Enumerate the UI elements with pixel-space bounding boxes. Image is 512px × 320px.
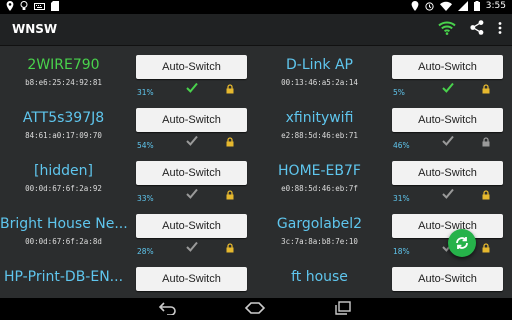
network-bssid: 00:0d:67:6f:2a:92	[25, 184, 102, 193]
signal-strength: 54%	[137, 141, 154, 150]
wifi-icon[interactable]	[438, 21, 456, 35]
network-card: ft house Auto-Switch	[256, 258, 512, 298]
check-icon[interactable]	[186, 241, 198, 252]
network-ssid: HP-Print-DB-EN...	[3, 269, 124, 285]
network-card: ATT5s397J8 84:61:a0:17:09:70 Auto-Switch 54…	[0, 99, 256, 152]
network-ssid: ATT5s397J8	[22, 110, 105, 126]
network-bssid: 84:61:a0:17:09:70	[25, 131, 102, 140]
overflow-menu-icon[interactable]	[498, 21, 502, 34]
network-card: Bright House Ne... 00:0d:67:6f:2a:8d Auto-…	[0, 205, 256, 258]
location-icon	[411, 1, 419, 11]
network-ssid: [hidden]	[34, 163, 93, 179]
alarm-icon	[425, 2, 434, 11]
auto-switch-button[interactable]: Auto-Switch	[136, 267, 247, 291]
network-ssid: ft house	[291, 269, 348, 285]
network-ssid: xfinitywifi	[285, 110, 354, 126]
back-icon[interactable]	[158, 301, 178, 315]
wifi-icon	[439, 1, 452, 11]
status-bar: 3:55	[0, 0, 512, 14]
network-card: D-Link AP 00:13:46:a5:2a:14 Auto-Switch 5%	[256, 46, 512, 99]
network-card: 2WIRE790 b8:e6:25:24:92:81 Auto-Switch 31%	[0, 46, 256, 99]
check-icon[interactable]	[186, 188, 198, 199]
keyboard-icon	[34, 2, 45, 10]
signal-strength: 18%	[393, 247, 410, 256]
network-ssid: 2WIRE790	[27, 57, 100, 73]
share-icon[interactable]	[470, 20, 484, 35]
status-bar-right: 3:55	[411, 1, 506, 11]
bulb-icon	[20, 1, 28, 10]
signal-strength: 28%	[137, 247, 154, 256]
signal-strength: 46%	[393, 141, 410, 150]
network-ssid: Gargolabel2	[276, 216, 363, 232]
auto-switch-button[interactable]: Auto-Switch	[392, 161, 503, 185]
network-bssid: b8:e6:25:24:92:81	[25, 78, 102, 87]
signal-strength: 5%	[393, 88, 405, 97]
lock-icon[interactable]	[226, 84, 234, 94]
network-card: [hidden] 00:0d:67:6f:2a:92 Auto-Switch 33%	[0, 152, 256, 205]
auto-switch-button[interactable]: Auto-Switch	[392, 55, 503, 79]
auto-switch-button[interactable]: Auto-Switch	[392, 214, 503, 238]
check-icon[interactable]	[186, 135, 198, 146]
auto-switch-button[interactable]: Auto-Switch	[392, 108, 503, 132]
signal-strength: 31%	[137, 88, 154, 97]
lock-icon[interactable]	[482, 243, 490, 253]
signal-strength: 33%	[137, 194, 154, 203]
network-bssid: 3c:7a:8a:b8:7e:10	[281, 237, 358, 246]
network-bssid: 00:13:46:a5:2a:14	[281, 78, 358, 87]
signal-strength: 31%	[393, 194, 410, 203]
lock-icon[interactable]	[226, 190, 234, 200]
lock-icon[interactable]	[226, 137, 234, 147]
refresh-icon	[456, 237, 468, 249]
check-icon[interactable]	[442, 188, 454, 199]
signal-icon	[457, 1, 468, 11]
auto-switch-button[interactable]: Auto-Switch	[136, 214, 247, 238]
network-card: HP-Print-DB-EN... Auto-Switch	[0, 258, 256, 298]
network-bssid: e0:88:5d:46:eb:7f	[281, 184, 358, 193]
home-icon[interactable]	[244, 301, 266, 315]
lock-icon[interactable]	[226, 243, 234, 253]
network-card: xfinitywifi e2:88:5d:46:eb:71 Auto-Switch 4…	[256, 99, 512, 152]
lock-icon[interactable]	[482, 137, 490, 147]
status-bar-left	[6, 1, 59, 11]
network-ssid: D-Link AP	[286, 57, 353, 73]
network-grid: 2WIRE790 b8:e6:25:24:92:81 Auto-Switch 31% D…	[0, 46, 512, 298]
check-icon[interactable]	[442, 135, 454, 146]
refresh-fab[interactable]	[448, 229, 476, 257]
network-card: HOME-EB7F e0:88:5d:46:eb:7f Auto-Switch 31%	[256, 152, 512, 205]
auto-switch-button[interactable]: Auto-Switch	[136, 161, 247, 185]
navigation-bar	[0, 298, 512, 320]
network-bssid: 00:0d:67:6f:2a:8d	[25, 237, 102, 246]
app-actions	[438, 20, 502, 35]
auto-switch-button[interactable]: Auto-Switch	[136, 108, 247, 132]
auto-switch-button[interactable]: Auto-Switch	[136, 55, 247, 79]
app-title: WNSW	[12, 22, 58, 36]
recents-icon[interactable]	[334, 301, 352, 315]
auto-switch-button[interactable]: Auto-Switch	[392, 267, 503, 291]
lock-icon[interactable]	[482, 84, 490, 94]
network-bssid: e2:88:5d:46:eb:71	[281, 131, 358, 140]
location-pin-icon	[6, 1, 14, 11]
lock-icon[interactable]	[482, 190, 490, 200]
battery-icon	[473, 1, 480, 11]
check-icon[interactable]	[442, 82, 454, 93]
status-time: 3:55	[485, 1, 506, 11]
sd-card-icon	[51, 1, 59, 11]
app-bar: WNSW	[0, 14, 512, 46]
network-ssid: HOME-EB7F	[278, 163, 361, 179]
check-icon[interactable]	[186, 82, 198, 93]
network-ssid: Bright House Ne...	[0, 216, 127, 232]
